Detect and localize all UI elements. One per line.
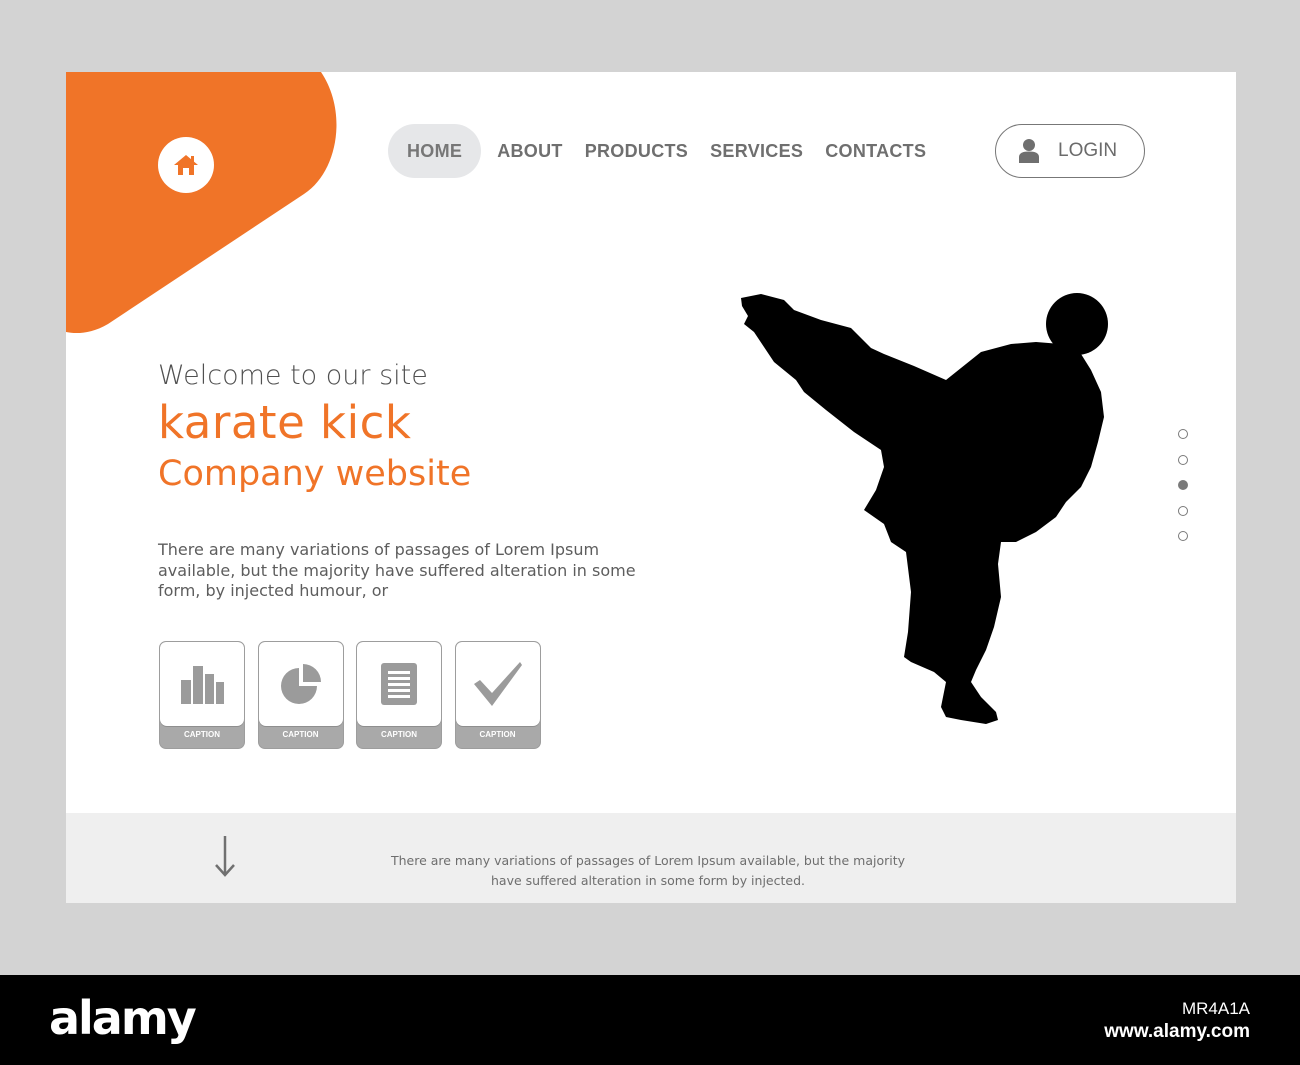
slider-dot[interactable] <box>1178 531 1188 541</box>
nav-item-home[interactable]: HOME <box>388 124 482 178</box>
hero-headline: karate kick <box>158 396 412 449</box>
user-icon <box>1018 138 1040 164</box>
login-label: LOGIN <box>1058 140 1118 161</box>
document-icon <box>381 663 417 705</box>
feature-caption: CAPTION <box>381 730 417 739</box>
feature-card[interactable]: CAPTION <box>356 641 442 749</box>
home-button[interactable] <box>158 137 214 193</box>
slider-dot-active[interactable] <box>1178 480 1188 490</box>
nav-item-contacts[interactable]: CONTACTS <box>814 124 937 178</box>
landing-page: HOME ABOUT PRODUCTS SERVICES CONTACTS LO… <box>66 72 1236 903</box>
banner-url: www.alamy.com <box>1104 1021 1250 1042</box>
nav-item-services[interactable]: SERVICES <box>699 124 814 178</box>
watermark-banner: alamy MR4A1A www.alamy.com <box>0 975 1300 1065</box>
feature-caption: CAPTION <box>184 730 220 739</box>
nav-item-about[interactable]: ABOUT <box>486 124 574 178</box>
main-nav: HOME ABOUT PRODUCTS SERVICES CONTACTS <box>388 124 937 178</box>
login-button[interactable]: LOGIN <box>995 124 1145 178</box>
feature-caption: CAPTION <box>479 730 516 739</box>
slider-dots <box>1178 429 1188 557</box>
feature-card[interactable]: CAPTION <box>159 641 245 749</box>
feature-caption: CAPTION <box>282 730 319 739</box>
feature-card[interactable]: CAPTION <box>257 641 344 749</box>
slider-dot[interactable] <box>1178 454 1188 465</box>
house-icon <box>174 155 198 175</box>
hero-subheadline: Company website <box>158 454 472 494</box>
feature-card[interactable]: CAPTION <box>454 641 541 749</box>
footer-text: There are many variations of passages of… <box>390 852 906 888</box>
slider-dot[interactable] <box>1178 505 1188 516</box>
nav-item-products[interactable]: PRODUCTS <box>574 124 699 178</box>
arrow-down-icon[interactable] <box>214 835 236 881</box>
karate-kick-silhouette <box>741 293 1108 724</box>
welcome-text: Welcome to our site <box>158 360 428 391</box>
banner-logo: alamy <box>49 991 197 1045</box>
slider-dot[interactable] <box>1178 429 1188 439</box>
bar-chart-icon <box>181 666 224 704</box>
checkmark-icon <box>473 662 522 706</box>
hero-description: There are many variations of passages of… <box>158 540 636 600</box>
footer-band: There are many variations of passages of… <box>66 813 1236 903</box>
feature-cards: CAPTION CAPTION CAPTION CAPTION <box>159 641 553 749</box>
orange-corner-shape <box>66 72 337 334</box>
banner-image-id: MR4A1A <box>1181 999 1250 1018</box>
pie-chart-icon <box>280 664 321 704</box>
